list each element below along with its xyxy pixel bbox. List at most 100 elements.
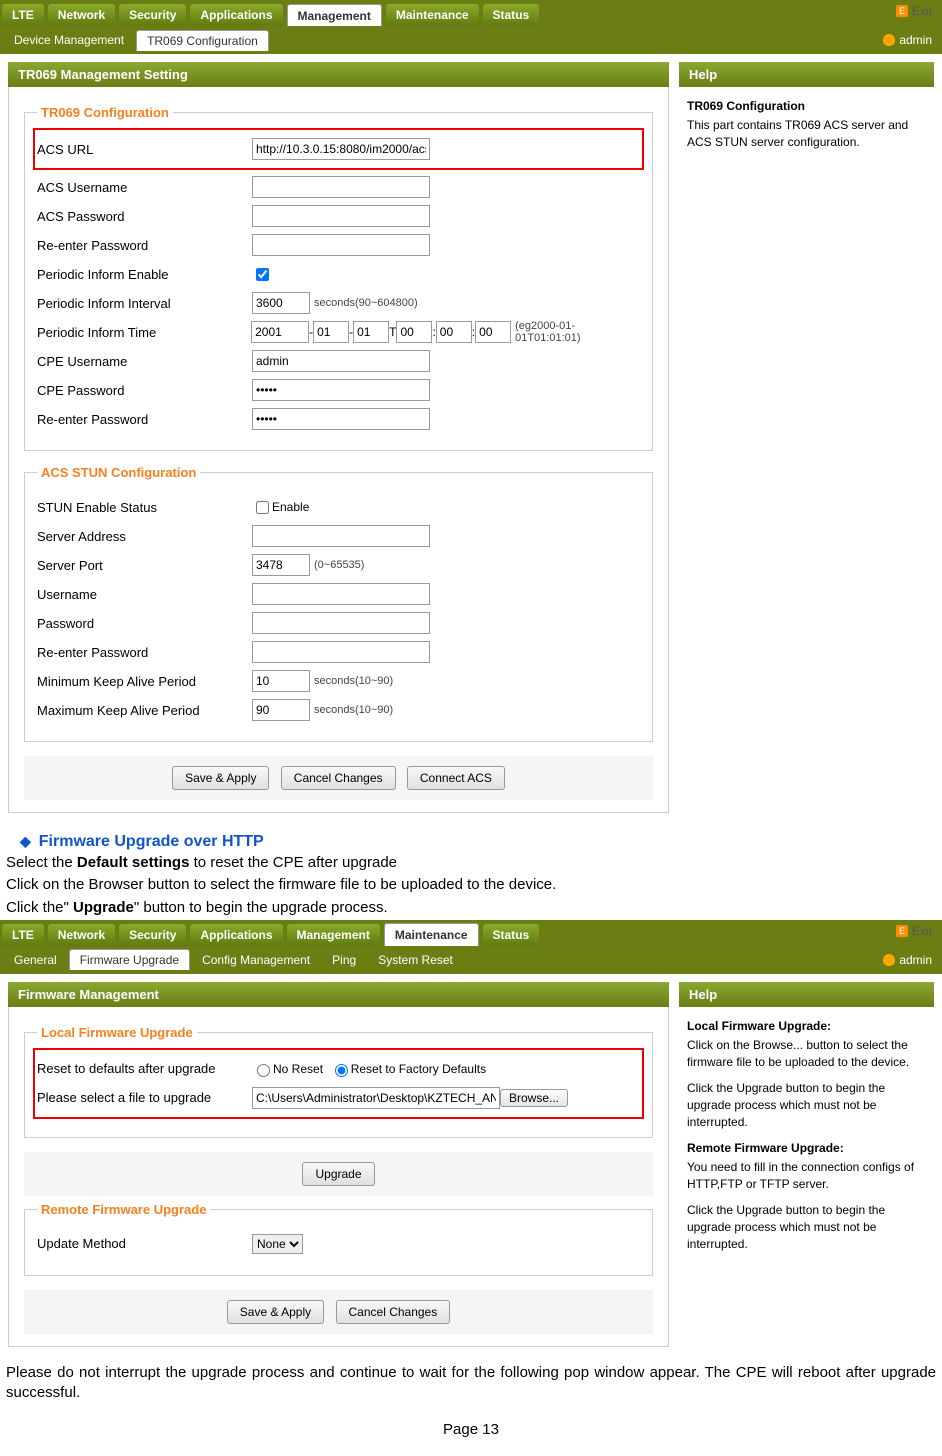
stun-pass-label: Password bbox=[37, 616, 252, 631]
method-label: Update Method bbox=[37, 1236, 252, 1251]
acs-password-label: ACS Password bbox=[37, 209, 252, 224]
pt-year[interactable] bbox=[251, 321, 309, 343]
subtab-device-management[interactable]: Device Management bbox=[4, 30, 134, 50]
stun-user-label: Username bbox=[37, 587, 252, 602]
sub-tabs-2: General Firmware Upgrade Config Manageme… bbox=[0, 946, 942, 974]
file-label: Please select a file to upgrade bbox=[37, 1090, 252, 1105]
screenshot-tr069: LTE Network Security Applications Manage… bbox=[0, 0, 942, 821]
tab-applications[interactable]: Applications bbox=[190, 4, 282, 26]
stun-user-input[interactable] bbox=[252, 583, 430, 605]
save-button[interactable]: Save & Apply bbox=[172, 766, 269, 790]
connect-acs-button[interactable]: Connect ACS bbox=[407, 766, 505, 790]
tab-applications-2[interactable]: Applications bbox=[190, 924, 282, 946]
server-addr-input[interactable] bbox=[252, 525, 430, 547]
exit-link-2[interactable]: EExit bbox=[896, 924, 932, 938]
tab-maintenance[interactable]: Maintenance bbox=[386, 4, 479, 26]
min-keepalive-input[interactable] bbox=[252, 670, 310, 692]
tab-network-2[interactable]: Network bbox=[48, 924, 115, 946]
stun-pass-input[interactable] bbox=[252, 612, 430, 634]
min-keepalive-hint: seconds(10~90) bbox=[314, 675, 393, 687]
tab-management[interactable]: Management bbox=[287, 4, 382, 27]
subtab-general[interactable]: General bbox=[4, 950, 67, 970]
cpe-repass-label: Re-enter Password bbox=[37, 412, 252, 427]
tab-security-2[interactable]: Security bbox=[119, 924, 186, 946]
tab-status[interactable]: Status bbox=[483, 4, 540, 26]
save-button-2[interactable]: Save & Apply bbox=[227, 1300, 324, 1324]
button-bar-2: Save & Apply Cancel Changes bbox=[24, 1290, 653, 1334]
tab-management-2[interactable]: Management bbox=[287, 924, 380, 946]
fieldset-local-upgrade: Local Firmware Upgrade Reset to defaults… bbox=[24, 1025, 653, 1138]
acs-password-input[interactable] bbox=[252, 205, 430, 227]
method-select[interactable]: None bbox=[252, 1234, 303, 1254]
periodic-interval-label: Periodic Inform Interval bbox=[37, 296, 252, 311]
acs-repass-input[interactable] bbox=[252, 234, 430, 256]
pt-sec[interactable] bbox=[475, 321, 511, 343]
cpe-username-input[interactable] bbox=[252, 350, 430, 372]
user-label: admin bbox=[883, 33, 932, 47]
max-keepalive-label: Maximum Keep Alive Period bbox=[37, 703, 252, 718]
no-reset-radio[interactable] bbox=[257, 1064, 270, 1077]
page-number: Page 13 bbox=[0, 1421, 942, 1438]
acs-repass-label: Re-enter Password bbox=[37, 238, 252, 253]
tab-lte[interactable]: LTE bbox=[2, 4, 44, 26]
exit-link[interactable]: EExit bbox=[896, 4, 932, 18]
acs-url-input[interactable] bbox=[252, 138, 430, 160]
help-panel: Help TR069 Configuration This part conta… bbox=[679, 62, 934, 169]
top-tabs-2: LTE Network Security Applications Manage… bbox=[0, 920, 942, 946]
reset-label: Reset to defaults after upgrade bbox=[37, 1061, 252, 1076]
help-title: Help bbox=[679, 62, 934, 87]
panel-title-2: Firmware Management bbox=[8, 982, 669, 1007]
pt-day[interactable] bbox=[353, 321, 389, 343]
fieldset-remote-upgrade: Remote Firmware Upgrade Update Method No… bbox=[24, 1202, 653, 1276]
stun-enable-label: STUN Enable Status bbox=[37, 500, 252, 515]
cpe-repass-input[interactable] bbox=[252, 408, 430, 430]
periodic-interval-input[interactable] bbox=[252, 292, 310, 314]
subtab-tr069[interactable]: TR069 Configuration bbox=[136, 30, 269, 51]
file-input[interactable] bbox=[252, 1087, 500, 1109]
periodic-interval-hint: seconds(90~604800) bbox=[314, 297, 418, 309]
pt-month[interactable] bbox=[313, 321, 349, 343]
exit-icon: E bbox=[896, 5, 908, 17]
diamond-icon: ◆ bbox=[20, 833, 31, 849]
acs-username-input[interactable] bbox=[252, 176, 430, 198]
user-icon-2 bbox=[883, 954, 895, 966]
top-tabs: LTE Network Security Applications Manage… bbox=[0, 0, 942, 26]
tab-network[interactable]: Network bbox=[48, 4, 115, 26]
tab-maintenance-2[interactable]: Maintenance bbox=[384, 923, 479, 946]
help-p3: You need to fill in the connection confi… bbox=[687, 1159, 926, 1193]
acs-url-label: ACS URL bbox=[37, 142, 252, 157]
subtab-ping[interactable]: Ping bbox=[322, 950, 366, 970]
periodic-enable-checkbox[interactable] bbox=[256, 268, 269, 281]
server-port-input[interactable] bbox=[252, 554, 310, 576]
pt-min[interactable] bbox=[436, 321, 472, 343]
exit-icon-2: E bbox=[896, 925, 908, 937]
doc-p2: Click on the Browser button to select th… bbox=[6, 875, 942, 895]
upgrade-highlight: Reset to defaults after upgrade No Reset… bbox=[33, 1048, 644, 1119]
stun-repass-input[interactable] bbox=[252, 641, 430, 663]
doc-p3: Click the" Upgrade" button to begin the … bbox=[6, 898, 942, 918]
tab-lte-2[interactable]: LTE bbox=[2, 924, 44, 946]
max-keepalive-hint: seconds(10~90) bbox=[314, 704, 393, 716]
tab-status-2[interactable]: Status bbox=[483, 924, 540, 946]
pt-hour[interactable] bbox=[396, 321, 432, 343]
tab-security[interactable]: Security bbox=[119, 4, 186, 26]
doc-bottom: Please do not interrupt the upgrade proc… bbox=[6, 1363, 936, 1404]
browse-button[interactable]: Browse... bbox=[500, 1089, 568, 1107]
cancel-button[interactable]: Cancel Changes bbox=[281, 766, 396, 790]
subtab-firmware[interactable]: Firmware Upgrade bbox=[69, 949, 190, 970]
stun-enable-checkbox[interactable] bbox=[256, 501, 269, 514]
help-h1: Local Firmware Upgrade: bbox=[687, 1019, 926, 1033]
factory-radio[interactable] bbox=[335, 1064, 348, 1077]
sub-tabs: Device Management TR069 Configuration ad… bbox=[0, 26, 942, 54]
server-addr-label: Server Address bbox=[37, 529, 252, 544]
cpe-password-input[interactable] bbox=[252, 379, 430, 401]
doc-p1: Select the Default settings to reset the… bbox=[6, 853, 942, 873]
upgrade-button[interactable]: Upgrade bbox=[302, 1162, 374, 1186]
max-keepalive-input[interactable] bbox=[252, 699, 310, 721]
subtab-config[interactable]: Config Management bbox=[192, 950, 320, 970]
cancel-button-2[interactable]: Cancel Changes bbox=[336, 1300, 451, 1324]
periodic-enable-label: Periodic Inform Enable bbox=[37, 267, 252, 282]
server-port-label: Server Port bbox=[37, 558, 252, 573]
subtab-reset[interactable]: System Reset bbox=[368, 950, 463, 970]
stun-enable-text: Enable bbox=[272, 500, 309, 514]
